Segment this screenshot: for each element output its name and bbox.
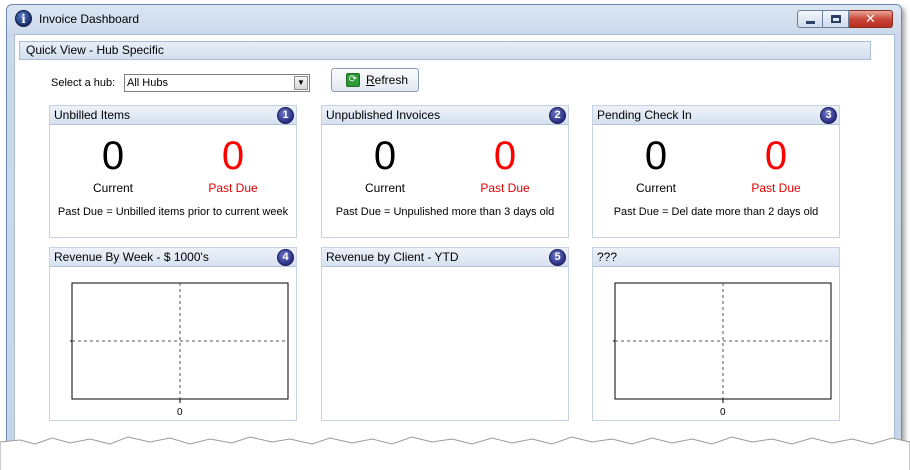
unpublished-invoices-panel: Unpublished Invoices 2 0 0 Current Past …: [321, 105, 569, 238]
past-due-note: Past Due = Unbilled items prior to curre…: [57, 206, 289, 218]
badge-2: 2: [549, 107, 566, 124]
current-count: 0: [373, 134, 397, 178]
panel-title: Revenue By Week - $ 1000's: [50, 248, 296, 267]
past-due-label: Past Due: [480, 181, 530, 195]
badge-3: 3: [820, 107, 837, 124]
invoice-dashboard-window: i Invoice Dashboard ✕ Quick View - Hub S…: [6, 4, 902, 460]
past-due-note: Past Due = Unpulished more than 3 days o…: [335, 206, 555, 218]
current-label: Current: [635, 181, 676, 195]
current-label: Current: [92, 181, 133, 195]
past-due-count: 0: [221, 134, 245, 178]
x-tick-label: 0: [720, 407, 726, 417]
window-controls: ✕: [797, 10, 893, 28]
hub-label: Select a hub:: [51, 77, 116, 89]
past-due-count: 0: [764, 134, 788, 178]
close-icon: ✕: [865, 11, 876, 27]
client-area: Quick View - Hub Specific Select a hub: …: [14, 34, 895, 459]
hub-select-value: All Hubs: [127, 77, 168, 89]
past-due-label: Past Due: [751, 181, 801, 195]
revenue-by-week-plot: 0 0: [70, 282, 289, 417]
unknown-chart: 0 0: [613, 282, 833, 417]
revenue-by-client-panel: Revenue by Client - YTD 5: [321, 247, 569, 421]
x-tick-label: 0: [177, 407, 183, 417]
info-icon: i: [15, 10, 32, 27]
panel-title: Unbilled Items: [50, 106, 296, 125]
maximize-icon: [830, 15, 841, 23]
panel-title: Revenue by Client - YTD: [322, 248, 568, 267]
refresh-label-rest: efresh: [374, 73, 409, 87]
past-due-label: Past Due: [208, 181, 258, 195]
panel-title: Unpublished Invoices: [322, 106, 568, 125]
hub-select[interactable]: All Hubs ▼: [124, 74, 310, 92]
past-due-count: 0: [493, 134, 517, 178]
current-count: 0: [644, 134, 668, 178]
minimize-button[interactable]: [797, 10, 823, 28]
refresh-accelerator: R: [366, 73, 375, 87]
maximize-button[interactable]: [823, 10, 849, 28]
title-bar[interactable]: i Invoice Dashboard ✕: [7, 5, 901, 34]
refresh-label: Refresh: [366, 73, 408, 87]
badge-1: 1: [277, 107, 294, 124]
torn-edge: [0, 436, 910, 470]
minimize-icon: [805, 20, 815, 24]
refresh-button[interactable]: ⟳ Refresh: [331, 68, 419, 92]
window-title: Invoice Dashboard: [39, 12, 140, 26]
badge-4: 4: [277, 249, 294, 266]
pending-check-in-panel: Pending Check In 3 0 0 Current Past Due …: [592, 105, 840, 238]
revenue-by-week-panel: Revenue By Week - $ 1000's 4 0 0: [49, 247, 297, 421]
panel-title: Pending Check In: [593, 106, 839, 125]
unbilled-items-panel: Unbilled Items 1 0 0 Current Past Due Pa…: [49, 105, 297, 238]
current-label: Current: [364, 181, 405, 195]
torn-paper-edge: [0, 436, 910, 470]
badge-5: 5: [549, 249, 566, 266]
refresh-icon: ⟳: [346, 73, 360, 87]
panel-title: ???: [593, 248, 839, 267]
quick-view-header: Quick View - Hub Specific: [19, 41, 871, 60]
past-due-note: Past Due = Del date more than 2 days old: [613, 206, 819, 218]
close-button[interactable]: ✕: [849, 10, 893, 28]
unknown-plot: 0 0: [613, 282, 832, 417]
revenue-by-week-chart: 0 0: [70, 282, 290, 417]
current-count: 0: [101, 134, 125, 178]
unknown-panel: ??? 0 0: [592, 247, 840, 421]
chevron-down-icon[interactable]: ▼: [294, 76, 308, 90]
